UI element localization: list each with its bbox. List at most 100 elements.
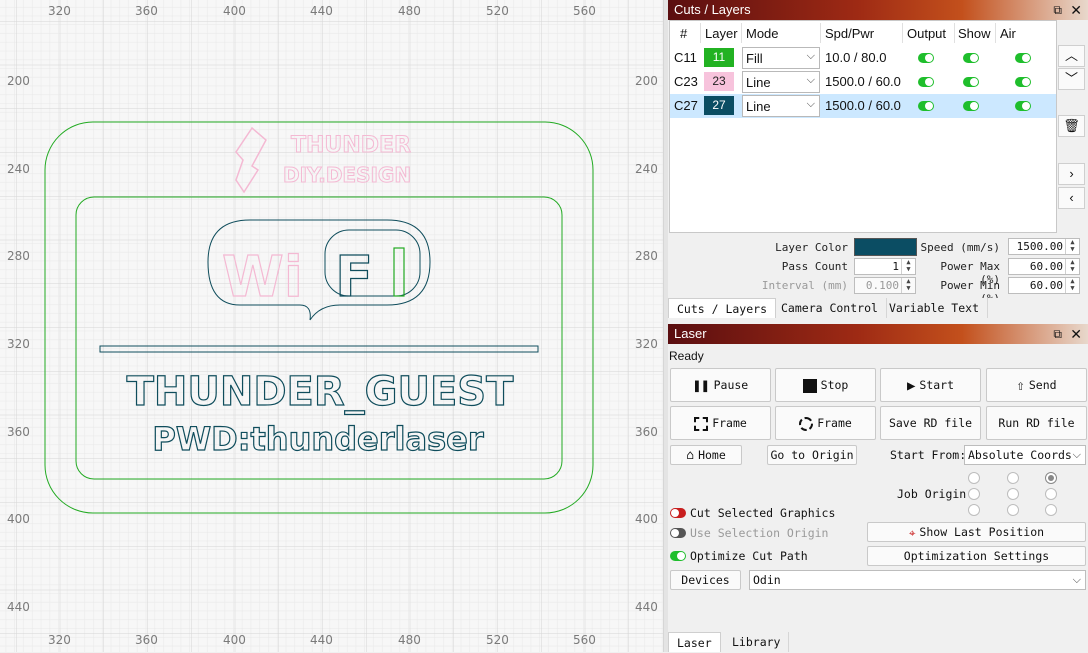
password-text[interactable]: PWD:thunderlaser (152, 419, 485, 458)
show-toggle[interactable] (963, 77, 979, 87)
device-select[interactable]: Odin ⌵ (749, 570, 1086, 590)
mode-value: Line (746, 99, 771, 114)
pause-icon: ❚❚ (692, 377, 710, 394)
col-header-air: Air (1000, 26, 1016, 41)
air-toggle[interactable] (1015, 77, 1031, 87)
origin-radio-top-right[interactable] (1045, 472, 1057, 484)
layer-color-label: Layer Color (775, 241, 848, 254)
ruler-label: 360 (135, 633, 158, 647)
spd-pwr-value: 1500.0 / 60.0 (825, 74, 901, 89)
stop-icon (802, 378, 817, 393)
origin-radio-bottom-left[interactable] (968, 504, 980, 516)
tab-laser[interactable]: Laser (668, 632, 721, 652)
tab-variable-text[interactable]: Variable Text (881, 298, 989, 318)
table-row[interactable]: C27 27 Line ⌵ 1500.0 / 60.0 (670, 94, 1056, 118)
laser-panel: Laser ⧉ ✕ Ready ❚❚ Pause Stop ▶ Start ⇧ Sen… (668, 324, 1088, 652)
home-button[interactable]: ⌂ Home (670, 445, 742, 465)
ruler-label: 320 (48, 633, 71, 647)
col-header-num: # (680, 26, 688, 41)
chevron-left-icon: ‹ (1069, 190, 1074, 205)
layer-swatch[interactable]: 11 (704, 48, 734, 67)
output-toggle[interactable] (918, 101, 934, 111)
design-canvas[interactable]: 320 360 400 440 480 520 560 320 360 400 … (0, 0, 663, 652)
layer-swatch[interactable]: 23 (704, 72, 734, 91)
spin-arrows-icon[interactable]: ▲ ▼ (1065, 239, 1079, 254)
save-rd-file-button[interactable]: Save RD file (880, 406, 981, 440)
pass-count-input[interactable]: 1 ▲ ▼ (854, 258, 916, 275)
chevron-down-icon: ⌵ (806, 98, 815, 110)
ruler-label: 320 (7, 337, 30, 351)
output-toggle[interactable] (918, 77, 934, 87)
interval-input[interactable]: 0.100 ▲ ▼ (854, 277, 916, 294)
air-toggle[interactable] (1015, 53, 1031, 63)
table-row[interactable]: C23 23 Line ⌵ 1500.0 / 60.0 (670, 70, 1056, 94)
speed-input[interactable]: 1500.00 ▲ ▼ (1008, 238, 1080, 255)
start-button[interactable]: ▶ Start (880, 368, 981, 402)
air-toggle[interactable] (1015, 101, 1031, 111)
origin-radio-top-center[interactable] (1007, 472, 1019, 484)
mode-select[interactable]: Fill ⌵ (742, 47, 820, 69)
show-toggle[interactable] (963, 101, 979, 111)
output-toggle[interactable] (918, 53, 934, 63)
power-min-input[interactable]: 60.00 ▲ ▼ (1008, 277, 1080, 294)
float-icon[interactable]: ⧉ (1053, 324, 1062, 344)
tab-camera-control[interactable]: Camera Control (773, 298, 887, 318)
start-from-select[interactable]: Absolute Coords ⌵ (964, 445, 1086, 465)
spin-arrows-icon[interactable]: ▲ ▼ (901, 259, 915, 274)
run-rd-file-button[interactable]: Run RD file (986, 406, 1087, 440)
show-toggle[interactable] (963, 53, 979, 63)
origin-radio-middle-left[interactable] (968, 488, 980, 500)
ruler-label: 200 (635, 74, 658, 88)
ruler-label: 560 (573, 633, 596, 647)
origin-radio-center[interactable] (1007, 488, 1019, 500)
origin-radio-bottom-right[interactable] (1045, 504, 1057, 516)
spin-arrows-icon[interactable]: ▲ ▼ (1065, 278, 1079, 293)
ruler-label: 400 (223, 4, 246, 18)
power-max-input[interactable]: 60.00 ▲ ▼ (1008, 258, 1080, 275)
origin-radio-top-left[interactable] (968, 472, 980, 484)
frame-rect-button[interactable]: Frame (670, 406, 771, 440)
spin-arrows-icon[interactable]: ▲ ▼ (901, 278, 915, 293)
expand-button[interactable]: › (1058, 163, 1085, 185)
delete-layer-button[interactable]: 🗑 (1058, 115, 1085, 137)
mode-select[interactable]: Line ⌵ (742, 95, 820, 117)
frame-circle-button[interactable]: Frame (775, 406, 876, 440)
layer-color-swatch[interactable] (854, 238, 917, 256)
cut-selected-toggle[interactable] (670, 508, 686, 518)
wifi-right-text: F (335, 245, 373, 310)
tab-library[interactable]: Library (724, 632, 790, 652)
interval-label: Interval (mm) (761, 279, 848, 292)
tab-cuts-layers[interactable]: Cuts / Layers (668, 298, 777, 318)
stop-button[interactable]: Stop (775, 368, 876, 402)
device-value: Odin (753, 573, 781, 587)
send-button[interactable]: ⇧ Send (986, 368, 1087, 402)
use-selection-origin-toggle[interactable] (670, 528, 686, 538)
canvas-svg[interactable]: 320 360 400 440 480 520 560 320 360 400 … (0, 0, 663, 652)
layer-swatch[interactable]: 27 (704, 96, 734, 115)
move-up-button[interactable]: ︿ (1058, 45, 1085, 67)
chevron-down-icon: ﹀ (1064, 71, 1078, 86)
ruler-label: 360 (135, 4, 158, 18)
close-icon[interactable]: ✕ (1070, 324, 1082, 344)
stop-label: Stop (820, 378, 849, 392)
float-icon[interactable]: ⧉ (1053, 0, 1062, 20)
table-row[interactable]: C11 11 Fill ⌵ 10.0 / 80.0 (670, 46, 1056, 70)
col-header-output: Output (907, 26, 947, 41)
show-last-position-button[interactable]: ⌖ Show Last Position (867, 522, 1086, 542)
close-icon[interactable]: ✕ (1070, 0, 1082, 20)
optimization-settings-button[interactable]: Optimization Settings (867, 546, 1086, 566)
optimize-cut-toggle[interactable] (670, 551, 686, 561)
go-to-origin-button[interactable]: Go to Origin (767, 445, 857, 465)
ruler-label: 360 (7, 425, 30, 439)
spin-arrows-icon[interactable]: ▲ ▼ (1065, 259, 1079, 274)
ssid-text[interactable]: THUNDER_GUEST (126, 368, 515, 415)
origin-radio-middle-right[interactable] (1045, 488, 1057, 500)
pause-button[interactable]: ❚❚ Pause (670, 368, 771, 402)
collapse-button[interactable]: ‹ (1058, 187, 1085, 209)
wifi-left-text: Wi (222, 245, 303, 310)
mode-select[interactable]: Line ⌵ (742, 71, 820, 93)
move-down-button[interactable]: ﹀ (1058, 68, 1085, 90)
devices-button[interactable]: Devices (670, 570, 741, 590)
origin-radio-bottom-center[interactable] (1007, 504, 1019, 516)
ruler-label: 400 (635, 512, 658, 526)
